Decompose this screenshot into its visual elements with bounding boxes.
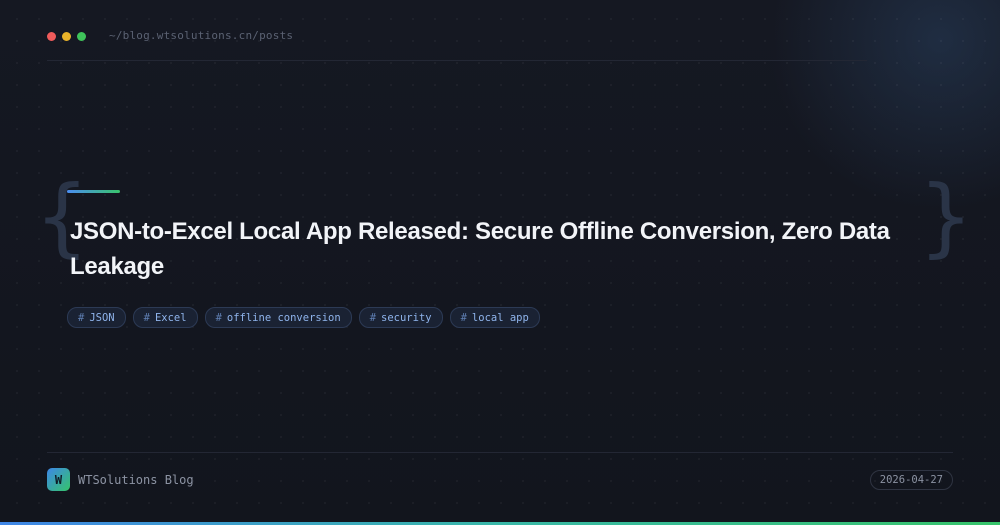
- tag-label: offline conversion: [226, 311, 341, 324]
- tag-local-app[interactable]: # local app: [449, 307, 540, 328]
- minimize-dot-icon: [62, 32, 71, 41]
- post-date-badge: 2026-04-27: [869, 470, 953, 490]
- hash-icon: #: [369, 311, 377, 324]
- close-dot-icon: [47, 32, 56, 41]
- tag-excel[interactable]: # Excel: [132, 307, 198, 328]
- window-controls: [47, 32, 86, 41]
- footer-divider: [47, 452, 953, 453]
- logo-icon: W: [47, 468, 70, 491]
- tag-list: # JSON # Excel # offline conversion # se…: [67, 307, 540, 328]
- right-brace-icon: }: [920, 167, 972, 267]
- hash-icon: #: [215, 311, 222, 324]
- tag-security[interactable]: # security: [358, 307, 443, 328]
- tag-json[interactable]: # JSON: [67, 307, 126, 328]
- tag-label: local app: [471, 311, 529, 324]
- hash-icon: #: [143, 311, 150, 324]
- hash-icon: #: [460, 311, 467, 324]
- hash-icon: #: [78, 311, 85, 324]
- tag-label: Excel: [154, 311, 187, 324]
- url-path: ~/blog.wtsolutions.cn/posts: [109, 29, 294, 42]
- maximize-dot-icon: [77, 32, 86, 41]
- window-top-bar: ~/blog.wtsolutions.cn/posts: [47, 26, 867, 61]
- brand-name: WTSolutions Blog: [78, 472, 194, 487]
- post-title: JSON-to-Excel Local App Released: Secure…: [70, 218, 890, 280]
- tag-label: JSON: [89, 311, 115, 324]
- brand[interactable]: W WTSolutions Blog: [47, 468, 194, 491]
- tag-offline-conversion[interactable]: # offline conversion: [204, 307, 352, 328]
- tag-label: security: [381, 311, 432, 324]
- title-accent-bar: [67, 190, 120, 193]
